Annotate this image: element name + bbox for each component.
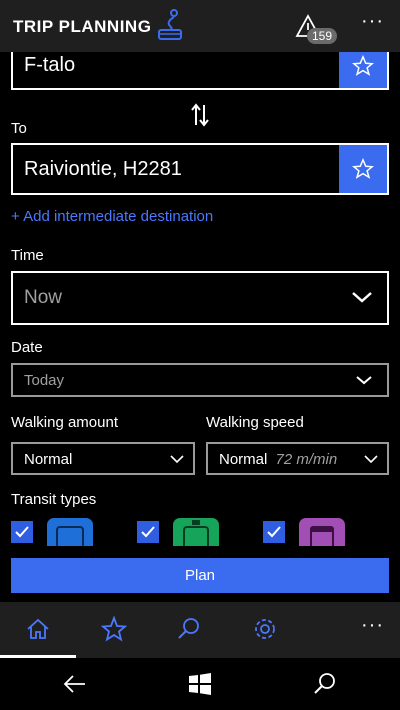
bottom-more-button[interactable]: ··· <box>361 614 384 637</box>
home-icon[interactable] <box>25 616 51 642</box>
walking-speed-text: Normal 72 m/min <box>219 451 337 468</box>
time-select[interactable]: Now <box>11 271 389 325</box>
chevron-down-icon <box>352 292 372 303</box>
chevron-down-icon <box>364 455 378 464</box>
star-icon <box>352 55 374 76</box>
app-header: TRIP PLANNING 159 ··· <box>0 0 400 52</box>
time-value: Now <box>24 287 63 308</box>
search-icon[interactable] <box>176 616 202 642</box>
plan-button[interactable]: Plan <box>11 558 389 593</box>
alert-count-badge: 159 <box>307 28 338 44</box>
bottom-app-bar: ··· <box>0 602 400 658</box>
from-field[interactable]: F-talo <box>11 52 389 90</box>
more-options-button[interactable]: ··· <box>361 10 384 33</box>
chevron-down-icon <box>170 455 184 464</box>
bus-icon <box>47 518 93 546</box>
metro-checkbox[interactable] <box>263 521 285 543</box>
bus-route-icon <box>158 9 182 40</box>
walking-speed-detail: 72 m/min <box>275 451 338 468</box>
system-search-icon[interactable] <box>312 671 338 697</box>
date-label: Date <box>11 339 43 356</box>
favorites-icon[interactable] <box>101 616 127 642</box>
settings-icon[interactable] <box>252 616 278 642</box>
walking-speed-value: Normal <box>219 451 268 468</box>
trip-form: F-talo To Raiviontie, H2281 + Add interm… <box>0 52 400 602</box>
swap-icon[interactable] <box>189 102 211 128</box>
back-icon[interactable] <box>62 671 88 697</box>
time-label: Time <box>11 247 44 264</box>
favorite-to-button[interactable] <box>339 145 387 193</box>
walking-speed-label: Walking speed <box>206 414 304 431</box>
walking-amount-value: Normal <box>24 451 73 468</box>
transit-types-label: Transit types <box>11 491 97 508</box>
bus-checkbox[interactable] <box>11 521 33 543</box>
to-value: Raiviontie, H2281 <box>24 158 182 180</box>
tram-checkbox[interactable] <box>137 521 159 543</box>
star-icon <box>352 158 374 179</box>
favorite-from-button[interactable] <box>339 52 387 88</box>
add-intermediate-link[interactable]: + Add intermediate destination <box>11 208 213 225</box>
walking-amount-label: Walking amount <box>11 414 118 431</box>
checkmark-icon <box>15 526 29 538</box>
date-value: Today <box>24 372 65 389</box>
tram-icon <box>173 518 219 546</box>
metro-icon <box>299 518 345 546</box>
checkmark-icon <box>141 526 155 538</box>
page-title: TRIP PLANNING <box>13 17 152 36</box>
walking-amount-select[interactable]: Normal <box>11 442 195 475</box>
checkmark-icon <box>267 526 281 538</box>
alerts-button[interactable]: 159 <box>295 12 338 48</box>
walking-speed-select[interactable]: Normal 72 m/min <box>206 442 389 475</box>
from-value: F-talo <box>24 54 76 76</box>
windows-start-icon[interactable] <box>187 671 213 697</box>
system-nav-bar <box>0 658 400 710</box>
date-select[interactable]: Today <box>11 363 389 397</box>
to-field[interactable]: Raiviontie, H2281 <box>11 143 389 195</box>
to-label: To <box>11 120 27 137</box>
chevron-down-icon <box>356 376 372 385</box>
